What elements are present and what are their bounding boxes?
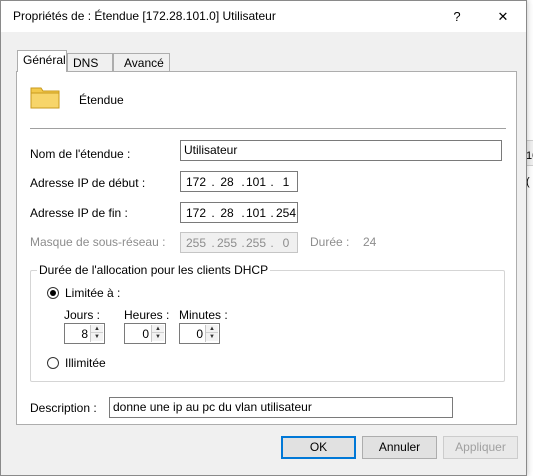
ip-octet: 255: [216, 236, 238, 250]
spin-down-icon[interactable]: ▼: [152, 333, 164, 341]
length-label: Durée :: [310, 235, 350, 249]
description-input[interactable]: donne une ip au pc du vlan utilisateur: [109, 397, 453, 418]
help-icon: ?: [453, 9, 461, 24]
start-ip-input[interactable]: 172 . 28 . 101 . 1: [180, 171, 298, 192]
ip-octet: 255: [185, 236, 207, 250]
spin-down-icon[interactable]: ▼: [206, 333, 218, 341]
ip-octet: 0: [282, 236, 290, 250]
hours-value: 0: [142, 327, 149, 341]
scope-heading: Étendue: [79, 93, 124, 107]
tab-general[interactable]: Général: [17, 50, 67, 72]
subnet-mask-label: Masque de sous-réseau :: [30, 235, 166, 249]
unlimited-label[interactable]: Illimitée: [65, 356, 106, 370]
ip-octet: 28: [220, 175, 234, 189]
spin-arrows: ▲ ▼: [151, 325, 164, 342]
hours-label: Heures :: [124, 308, 170, 322]
length-value: 24: [363, 235, 377, 249]
days-value: 8: [81, 327, 88, 341]
end-ip-input[interactable]: 172 . 28 . 101 . 254: [180, 202, 298, 223]
window-title: Propriétés de : Étendue [172.28.101.0] U…: [13, 9, 276, 23]
spin-arrows: ▲ ▼: [205, 325, 218, 342]
spin-up-icon[interactable]: ▲: [91, 325, 103, 333]
apply-button[interactable]: Appliquer: [443, 436, 518, 459]
end-ip-label: Adresse IP de fin :: [30, 206, 128, 220]
ip-octet: 254: [275, 206, 297, 220]
spin-down-icon[interactable]: ▼: [91, 333, 103, 341]
close-button[interactable]: ✕: [480, 1, 526, 32]
hours-stepper[interactable]: 0 ▲ ▼: [124, 323, 166, 344]
folder-icon: [30, 87, 60, 109]
days-label: Jours :: [64, 308, 101, 322]
ip-octet: 101: [245, 175, 267, 189]
ok-button[interactable]: OK: [281, 436, 356, 459]
description-label: Description :: [30, 401, 97, 415]
scope-name-label: Nom de l'étendue :: [30, 147, 131, 161]
close-icon: ✕: [497, 8, 509, 24]
properties-dialog: Propriétés de : Étendue [172.28.101.0] U…: [0, 0, 527, 476]
limited-radio[interactable]: [47, 287, 59, 299]
ip-octet: 28: [220, 206, 234, 220]
minutes-value: 0: [196, 327, 203, 341]
lease-duration-group: Durée de l'allocation pour les clients D…: [30, 263, 505, 382]
cancel-button[interactable]: Annuler: [362, 436, 437, 459]
help-button[interactable]: ?: [434, 1, 480, 32]
ip-octet: 172: [185, 175, 207, 189]
ip-octet: 255: [245, 236, 267, 250]
tab-dns[interactable]: DNS: [67, 53, 113, 72]
start-ip-label: Adresse IP de début :: [30, 176, 146, 190]
ip-octet: 101: [245, 206, 267, 220]
general-tab-panel: Étendue Nom de l'étendue : Utilisateur A…: [16, 71, 517, 425]
minutes-label: Minutes :: [179, 308, 228, 322]
days-stepper[interactable]: 8 ▲ ▼: [64, 323, 105, 344]
tab-advanced[interactable]: Avancé: [113, 53, 170, 72]
separator: [30, 128, 506, 129]
spin-up-icon[interactable]: ▲: [206, 325, 218, 333]
title-bar[interactable]: Propriétés de : Étendue [172.28.101.0] U…: [1, 1, 526, 32]
limited-label[interactable]: Limitée à :: [65, 286, 120, 300]
background-app-right: 10 (: [526, 0, 533, 476]
ip-octet: 172: [185, 206, 207, 220]
spin-arrows: ▲ ▼: [90, 325, 103, 342]
spin-up-icon[interactable]: ▲: [152, 325, 164, 333]
background-fragment: 10: [526, 150, 533, 162]
minutes-stepper[interactable]: 0 ▲ ▼: [179, 323, 220, 344]
unlimited-radio[interactable]: [47, 357, 59, 369]
scope-name-input[interactable]: Utilisateur: [180, 140, 502, 161]
subnet-mask-input: 255 . 255 . 255 . 0: [180, 232, 298, 253]
ip-octet: 1: [282, 175, 290, 189]
lease-duration-title: Durée de l'allocation pour les clients D…: [37, 263, 271, 277]
